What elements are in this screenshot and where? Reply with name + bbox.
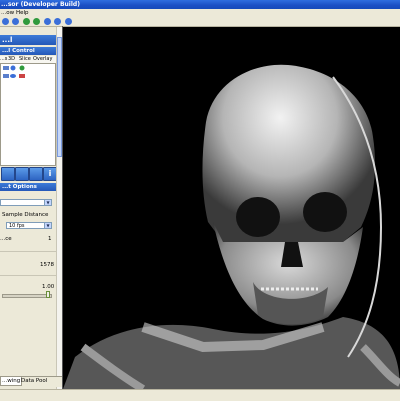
opacity-slider-track[interactable] — [2, 294, 52, 298]
3d-viewport[interactable] — [63, 27, 400, 389]
column-overlay[interactable]: Overlay — [33, 56, 52, 63]
info-button[interactable]: i — [43, 167, 57, 181]
status-bar — [0, 389, 400, 401]
refresh-icon[interactable] — [23, 18, 30, 25]
layer-control-header[interactable]: ...l Control — [0, 47, 56, 55]
tab-data-pool[interactable]: Data Pool — [20, 377, 48, 386]
left-eye-socket — [236, 197, 280, 237]
camera-icon[interactable] — [54, 18, 61, 25]
row-value-label: ...ce — [0, 236, 12, 242]
window-title: ...sor (Developer Build) — [1, 1, 80, 8]
slice-visibility-icon[interactable] — [19, 65, 25, 71]
eye-icon[interactable] — [10, 65, 16, 71]
sidebar-header: ...l — [0, 35, 56, 45]
zoom-icon[interactable] — [65, 18, 72, 25]
center-icon[interactable] — [44, 18, 51, 25]
tab-viewing[interactable]: ...wing — [0, 377, 23, 386]
undo-icon[interactable] — [2, 18, 9, 25]
column-slice[interactable]: Slice — [19, 56, 31, 63]
divider — [0, 251, 56, 252]
render-mode-select[interactable]: ▼ — [0, 199, 52, 206]
layer-list[interactable] — [0, 63, 56, 166]
render-button[interactable] — [1, 167, 15, 181]
layer-row-1-icon[interactable] — [3, 66, 9, 70]
layer-row-icons — [3, 65, 25, 78]
menu-window[interactable]: ...ow — [1, 9, 14, 17]
column-layers[interactable]: ...s — [0, 56, 7, 63]
value-1-00: 1.00 — [42, 284, 55, 290]
value-1578: 1578 — [40, 262, 54, 268]
window-title-bar[interactable]: ...sor (Developer Build) — [0, 0, 400, 9]
sample-distance-label: Sample Distance — [2, 212, 49, 218]
layer-button[interactable] — [15, 167, 29, 181]
sidebar-tabs: ...wing Data Pool — [0, 376, 62, 387]
render-options-header[interactable]: ...t Options — [0, 183, 56, 191]
layer-row-2-icon[interactable] — [3, 74, 9, 78]
toolbar — [0, 17, 400, 27]
refresh-button[interactable] — [29, 167, 43, 181]
right-eye-socket — [303, 192, 347, 232]
sample-distance-value: 10 fps — [9, 223, 25, 229]
row-value-1: 1 — [48, 236, 52, 242]
column-3d[interactable]: 3D — [8, 56, 15, 63]
eye-icon[interactable] — [10, 74, 16, 78]
chevron-down-icon[interactable]: ▼ — [44, 200, 51, 205]
skull-render — [63, 64, 400, 389]
save-icon[interactable] — [33, 18, 40, 25]
menu-help[interactable]: Help — [16, 9, 29, 17]
overlay-icon[interactable] — [19, 74, 25, 78]
cranium — [202, 64, 376, 242]
divider — [0, 275, 56, 276]
redo-icon[interactable] — [12, 18, 19, 25]
sidebar: ...l ...l Control ...s 3D Slice Overlay … — [0, 27, 63, 400]
sample-distance-select[interactable]: 10 fps ▼ — [6, 222, 52, 229]
chevron-down-icon[interactable]: ▼ — [44, 223, 51, 228]
opacity-slider-thumb[interactable] — [46, 291, 50, 298]
